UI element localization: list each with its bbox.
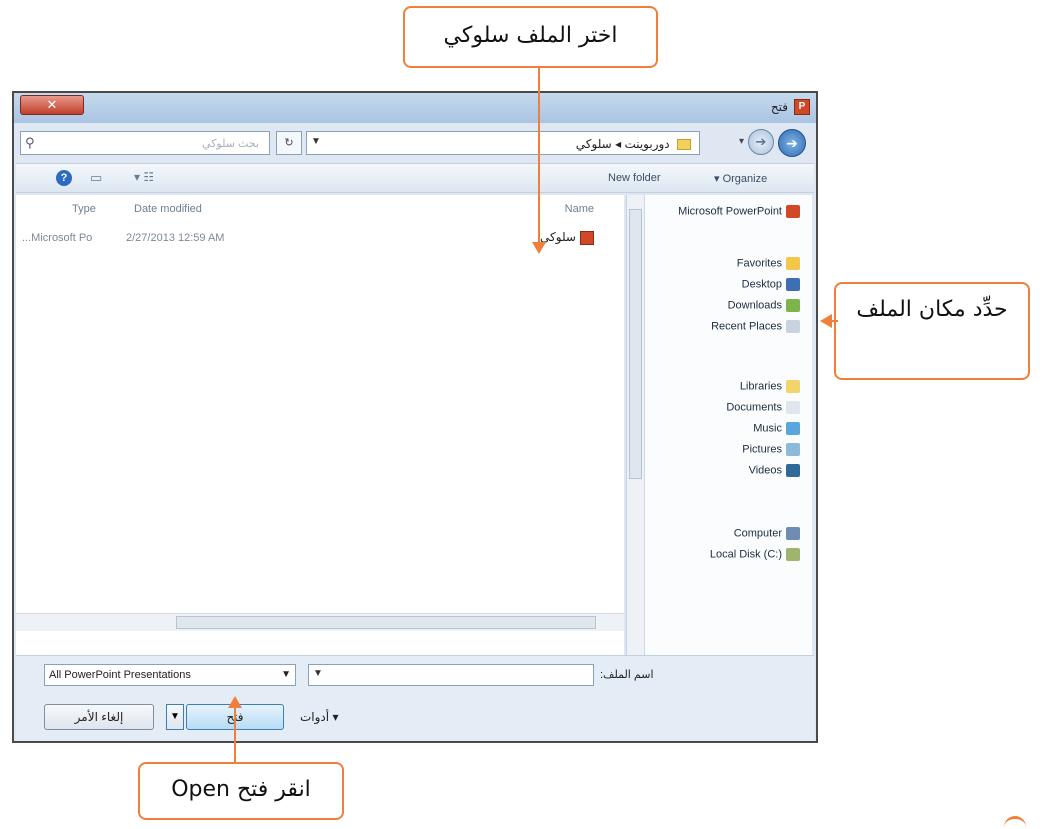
nav-item-label: Documents bbox=[726, 401, 782, 414]
nav-item-computer[interactable]: Computer bbox=[734, 527, 800, 540]
nav-item-label: Music bbox=[753, 422, 782, 435]
breadcrumb: دوربوينت ◂ سلوكي bbox=[576, 137, 691, 151]
arrow-select-file bbox=[538, 68, 540, 246]
toolbar: ? ▭ ▾ ☷ New folder ▾ Organize bbox=[16, 163, 814, 193]
computer-icon bbox=[786, 527, 800, 540]
breadcrumb-item-parent[interactable]: دوربوينت bbox=[624, 137, 669, 151]
forward-button[interactable]: ➔ bbox=[748, 129, 774, 155]
file-name[interactable]: سلوكي bbox=[540, 230, 594, 245]
breadcrumb-separator: ◂ bbox=[611, 137, 622, 151]
nav-item-pictures[interactable]: Pictures bbox=[742, 443, 800, 456]
nav-item-label: Recent Places bbox=[711, 320, 782, 333]
preview-pane-icon[interactable]: ▭ bbox=[90, 170, 102, 186]
recent-places-icon bbox=[786, 320, 800, 333]
arrow-choose-location bbox=[832, 320, 838, 322]
nav-item-label: Computer bbox=[733, 527, 782, 540]
chevron-down-icon[interactable]: ▼ bbox=[311, 136, 321, 147]
nav-item-label: Videos bbox=[748, 464, 782, 477]
nav-item-label: Local Disk (C:) bbox=[709, 548, 782, 561]
nav-item-label: Pictures bbox=[742, 443, 782, 456]
libraries-icon bbox=[786, 380, 800, 393]
navigation-pane: Microsoft PowerPoint Favorites Desktop D… bbox=[626, 195, 812, 655]
new-folder-button[interactable]: New folder bbox=[608, 172, 661, 184]
callout-choose-location: حدِّد مكان الملف bbox=[834, 282, 1030, 380]
pictures-icon bbox=[786, 443, 800, 456]
horizontal-scrollbar-thumb[interactable] bbox=[176, 616, 596, 629]
nav-item-libraries[interactable]: Libraries bbox=[740, 380, 800, 393]
music-icon bbox=[786, 422, 800, 435]
nav-item-label: Microsoft PowerPoint bbox=[678, 205, 782, 218]
nav-item-recent-places[interactable]: Recent Places bbox=[711, 320, 800, 333]
disk-icon bbox=[786, 548, 800, 561]
change-view-icon[interactable]: ▾ ☷ bbox=[134, 170, 154, 184]
callout-select-file: اختر الملف سلوكي bbox=[403, 6, 658, 68]
nav-item-label: Libraries bbox=[739, 380, 782, 393]
arrowhead-left bbox=[820, 314, 832, 328]
downloads-icon bbox=[786, 299, 800, 312]
close-button[interactable]: ✕ bbox=[20, 95, 84, 115]
powerpoint-app-icon: P bbox=[794, 99, 810, 115]
nav-item-label: Downloads bbox=[727, 299, 782, 312]
search-input[interactable]: ⚲ بحث سلوكي bbox=[20, 131, 270, 155]
address-row: ⚲ بحث سلوكي ↻ ▼ دوربوينت ◂ سلوكي ▾ ➔ ➔ bbox=[20, 129, 810, 157]
callout-click-open: انقر فتح Open bbox=[138, 762, 344, 820]
column-header-type[interactable]: Type bbox=[72, 203, 96, 215]
file-date: 2/27/2013 12:59 AM bbox=[126, 232, 225, 244]
powerpoint-file-icon bbox=[580, 230, 594, 245]
star-icon bbox=[786, 257, 800, 270]
nav-scrollbar[interactable] bbox=[627, 195, 645, 655]
file-list: Name Date modified Type سلوكي 2/27/2013 … bbox=[16, 195, 624, 655]
nav-item-music[interactable]: Music bbox=[753, 422, 800, 435]
column-header-name[interactable]: Name bbox=[565, 203, 594, 215]
file-type: ...Microsoft Po bbox=[22, 232, 93, 244]
nav-item-desktop[interactable]: Desktop bbox=[742, 278, 800, 291]
title-bar: ✕ فتح P bbox=[14, 93, 816, 123]
nav-item-label: Desktop bbox=[741, 278, 782, 291]
open-options-dropdown[interactable]: ▼ bbox=[166, 704, 184, 730]
file-name-label: اسم الملف: bbox=[600, 669, 654, 681]
folder-icon bbox=[677, 139, 691, 151]
open-file-dialog: ✕ فتح P ⚲ بحث سلوكي ↻ ▼ دوربوينت ◂ سلوكي… bbox=[12, 91, 818, 743]
search-placeholder: بحث سلوكي bbox=[202, 138, 259, 150]
column-header-date[interactable]: Date modified bbox=[134, 203, 202, 215]
nav-item-label: Favorites bbox=[736, 257, 782, 270]
documents-icon bbox=[786, 401, 800, 414]
tools-menu[interactable]: ▾ أدوات bbox=[300, 710, 338, 724]
organize-button[interactable]: ▾ Organize bbox=[714, 172, 767, 185]
powerpoint-icon bbox=[786, 205, 800, 218]
nav-item-powerpoint[interactable]: Microsoft PowerPoint bbox=[678, 205, 800, 218]
cancel-button[interactable]: إلغاء الأمر bbox=[44, 704, 154, 730]
help-icon[interactable]: ? bbox=[56, 170, 72, 186]
decorative-mark bbox=[1004, 816, 1026, 829]
nav-item-downloads[interactable]: Downloads bbox=[728, 299, 800, 312]
file-type-value: All PowerPoint Presentations bbox=[49, 669, 191, 681]
breadcrumb-item-current[interactable]: سلوكي bbox=[576, 137, 612, 151]
open-button-group: ▼ فتح bbox=[166, 704, 284, 730]
nav-item-favorites[interactable]: Favorites bbox=[737, 257, 800, 270]
search-icon: ⚲ bbox=[25, 135, 35, 150]
nav-scrollbar-thumb[interactable] bbox=[629, 209, 642, 479]
dialog-title: فتح bbox=[770, 100, 788, 114]
nav-item-videos[interactable]: Videos bbox=[749, 464, 800, 477]
desktop-icon bbox=[786, 278, 800, 291]
address-bar[interactable]: ▼ دوربوينت ◂ سلوكي bbox=[306, 131, 700, 155]
chevron-down-icon: ▼ bbox=[281, 669, 291, 680]
arrow-click-open bbox=[234, 706, 236, 762]
arrowhead-up bbox=[228, 696, 242, 708]
tools-label: أدوات bbox=[300, 710, 330, 724]
videos-icon bbox=[786, 464, 800, 477]
nav-item-local-disk[interactable]: Local Disk (C:) bbox=[710, 548, 800, 561]
refresh-button[interactable]: ↻ bbox=[276, 131, 302, 155]
nav-item-documents[interactable]: Documents bbox=[726, 401, 800, 414]
chevron-down-icon[interactable]: ▼ bbox=[313, 668, 323, 679]
horizontal-scrollbar[interactable] bbox=[16, 613, 624, 631]
bottom-controls: All PowerPoint Presentations ▼ ▼ اسم الم… bbox=[16, 655, 814, 741]
file-name-input[interactable]: ▼ bbox=[308, 664, 594, 686]
arrowhead-down bbox=[532, 242, 546, 254]
recent-locations-icon[interactable]: ▾ bbox=[739, 136, 744, 147]
back-button[interactable]: ➔ bbox=[778, 129, 806, 157]
file-type-select[interactable]: All PowerPoint Presentations ▼ bbox=[44, 664, 296, 686]
